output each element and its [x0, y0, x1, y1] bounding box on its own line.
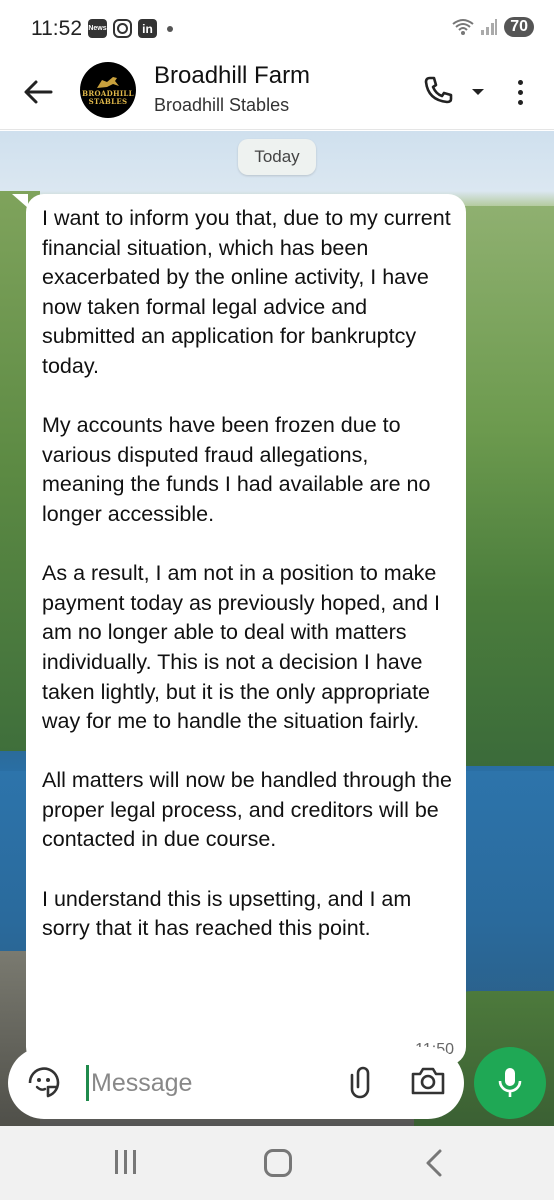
recent-apps-icon — [132, 1150, 136, 1174]
attach-button[interactable] — [342, 1065, 378, 1101]
linkedin-icon: in — [138, 19, 157, 38]
notification-icons: News in — [88, 19, 173, 38]
status-bar: 11:52 News in 70 — [0, 0, 554, 58]
message-paragraph: I want to inform you that, due to my cur… — [42, 206, 451, 378]
dot — [517, 89, 523, 95]
system-nav-bar — [0, 1126, 554, 1200]
chat-header: BROADHILL STABLES Broadhill Farm Broadhi… — [0, 58, 554, 130]
message-composer — [8, 1047, 464, 1119]
dot — [517, 79, 523, 85]
message-paragraph: I understand this is upsetting, and I am… — [42, 886, 412, 941]
more-options-button[interactable] — [504, 72, 536, 112]
emoji-button[interactable] — [26, 1065, 62, 1101]
wifi-icon — [452, 19, 474, 35]
voice-call-button[interactable] — [420, 72, 460, 112]
chat-area[interactable]: Today I want to inform you that, due to … — [0, 131, 554, 1126]
paperclip-icon — [350, 1066, 370, 1099]
chevron-left-icon — [426, 1149, 442, 1177]
message-paragraph: My accounts have been frozen due to vari… — [42, 413, 431, 526]
home-button[interactable] — [264, 1149, 292, 1177]
message-input[interactable] — [86, 1065, 326, 1101]
avatar-text: BROADHILL STABLES — [82, 89, 134, 106]
recent-apps-icon — [123, 1150, 127, 1174]
system-back-button[interactable] — [422, 1148, 446, 1178]
message-paragraph: All matters will now be handled through … — [42, 768, 452, 852]
news-icon: News — [88, 19, 107, 38]
call-options-button[interactable] — [466, 72, 490, 112]
phone-icon — [424, 76, 453, 104]
instagram-icon — [113, 19, 132, 38]
back-button[interactable] — [18, 72, 58, 112]
caret-down-icon — [472, 89, 484, 95]
battery-indicator: 70 — [504, 17, 534, 37]
recent-apps-icon — [114, 1150, 118, 1174]
bubble-tail — [12, 194, 28, 208]
microphone-icon — [498, 1068, 522, 1097]
message-paragraph: As a result, I am not in a position to m… — [42, 561, 441, 734]
dot-icon — [167, 25, 173, 32]
avatar[interactable]: BROADHILL STABLES — [80, 62, 136, 118]
dot — [517, 99, 523, 105]
system-icons: 70 — [452, 17, 534, 37]
signal-icon — [481, 19, 498, 35]
contact-subtitle[interactable]: Broadhill Stables — [154, 95, 289, 116]
camera-icon — [411, 1067, 445, 1095]
recent-apps-button[interactable] — [110, 1150, 140, 1176]
horse-logo-icon — [97, 77, 119, 88]
sticker-icon — [28, 1067, 60, 1098]
message-bubble[interactable]: I want to inform you that, due to my cur… — [26, 194, 466, 1065]
voice-message-button[interactable] — [474, 1047, 546, 1119]
date-separator: Today — [238, 139, 316, 175]
contact-name[interactable]: Broadhill Farm — [154, 62, 310, 90]
arrow-left-icon — [24, 80, 53, 104]
status-time: 11:52 — [31, 17, 82, 40]
camera-button[interactable] — [410, 1065, 450, 1101]
